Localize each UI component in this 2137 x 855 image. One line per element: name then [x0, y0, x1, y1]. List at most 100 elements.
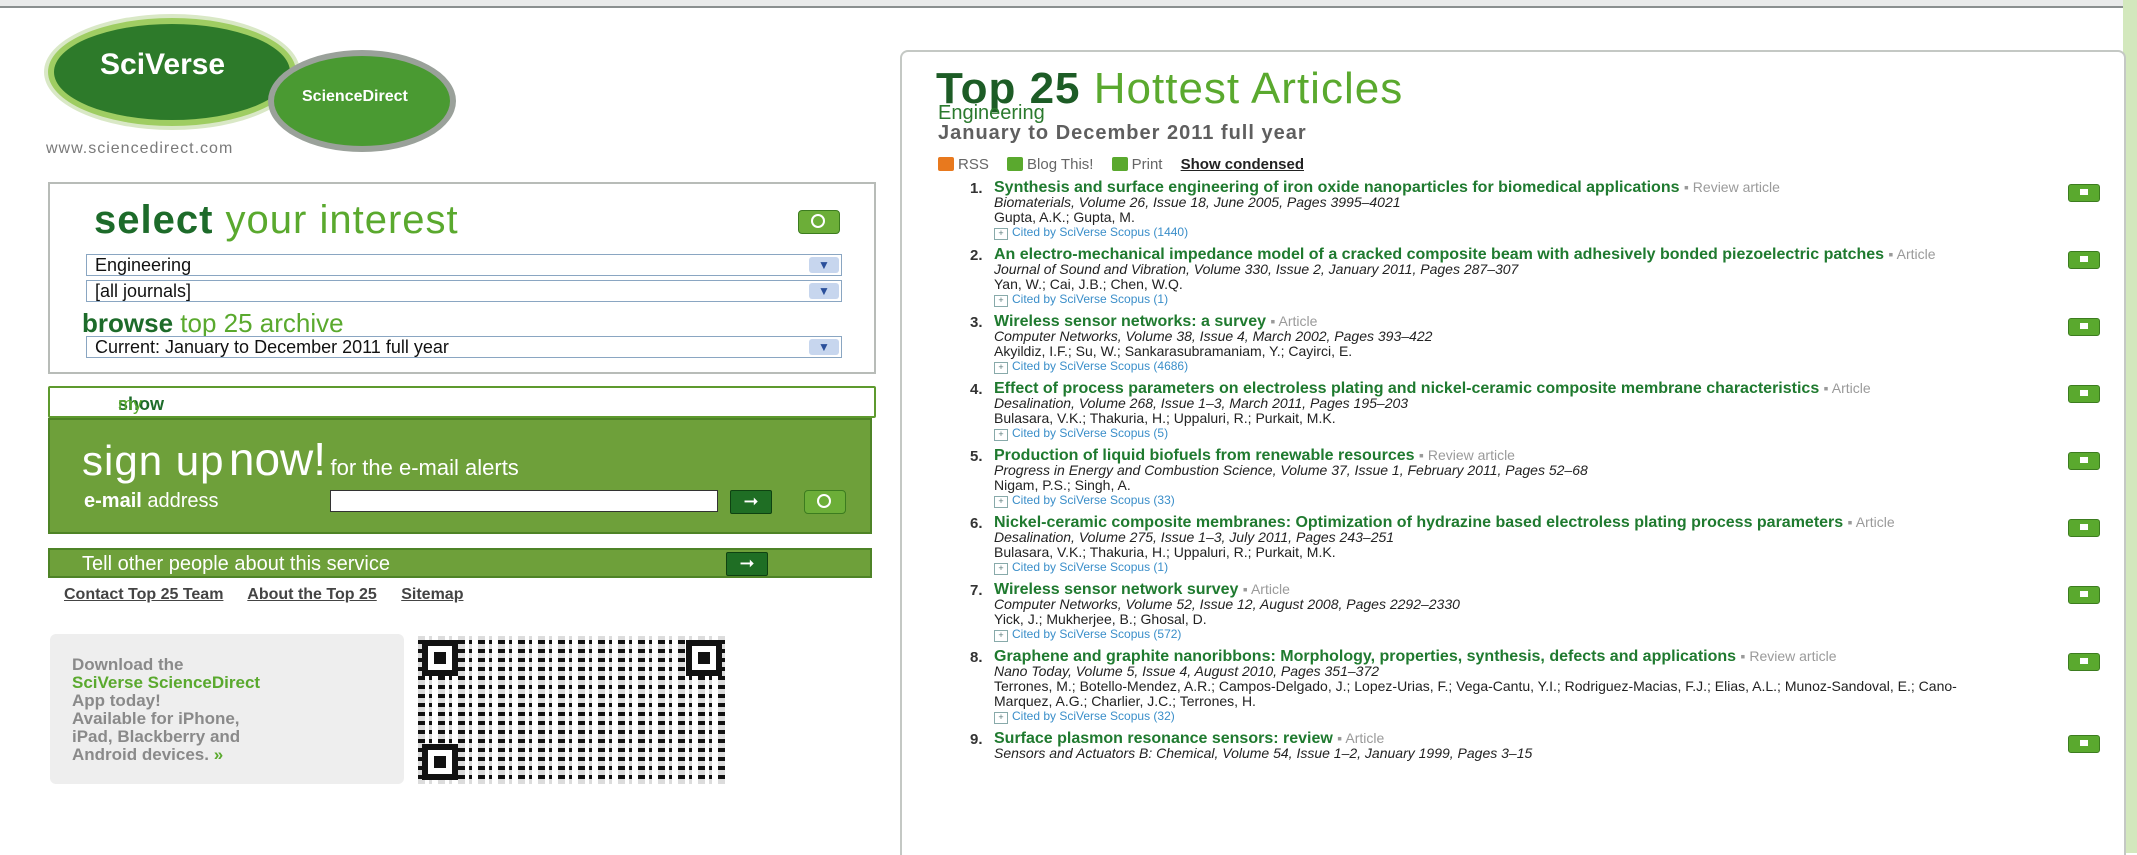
browse-dark: browse [82, 308, 174, 338]
journal-select-value: [all journals] [95, 281, 192, 301]
about-link[interactable]: About the Top 25 [247, 586, 376, 603]
blog-this-link[interactable]: Blog This! [1007, 156, 1093, 173]
article-authors: Bulasara, V.K.; Thakuria, H.; Uppaluri, … [994, 410, 1336, 426]
cited-by-text: Cited by SciVerse Scopus (33) [1012, 493, 1175, 507]
tell-others-arrow-icon[interactable]: ➞ [726, 552, 768, 576]
cited-by-text: Cited by SciVerse Scopus (4686) [1012, 359, 1189, 373]
subject-select[interactable]: Engineering ▼ [86, 254, 842, 276]
article-title-row: Nickel-ceramic composite membranes: Opti… [994, 514, 1895, 531]
tell-others-bar[interactable]: Tell other people about this service ➞ [48, 548, 872, 578]
article-authors: Yick, J.; Mukherjee, B.; Ghosal, D. [994, 611, 1207, 627]
save-icon[interactable] [2068, 318, 2100, 336]
sciverse-logo[interactable]: SciVerse ScienceDirect [44, 18, 464, 152]
expand-icon[interactable]: + [994, 712, 1008, 724]
chevron-down-icon[interactable]: ▼ [809, 283, 839, 299]
cited-by-link[interactable]: + Cited by SciVerse Scopus (1) [994, 292, 2110, 307]
list-item: 6. Nickel-ceramic composite membranes: O… [950, 515, 2110, 575]
heading-dark: select [94, 198, 214, 242]
email-input[interactable] [330, 490, 718, 512]
app-promo-line: App today! [72, 691, 161, 710]
blog-icon [1007, 157, 1024, 171]
article-authors: Nigam, P.S.; Singh, A. [994, 477, 1131, 493]
cited-by-text: Cited by SciVerse Scopus (1) [1012, 560, 1169, 574]
cited-by-link[interactable]: + Cited by SciVerse Scopus (32) [994, 709, 2110, 724]
logo-sub-text: ScienceDirect [302, 88, 408, 105]
info-icon[interactable] [804, 490, 846, 514]
cited-by-link[interactable]: + Cited by SciVerse Scopus (1440) [994, 225, 2110, 240]
article-authors: Akyildiz, I.F.; Su, W.; Sankarasubramani… [994, 343, 1353, 359]
chevron-down-icon[interactable]: ▼ [809, 257, 839, 273]
journal-select[interactable]: [all journals] ▼ [86, 280, 842, 302]
select-interest-panel: select your interest Engineering ▼ [all … [48, 182, 876, 374]
cited-by-link[interactable]: + Cited by SciVerse Scopus (572) [994, 627, 2110, 642]
cited-by-text: Cited by SciVerse Scopus (5) [1012, 426, 1169, 440]
expand-icon[interactable]: + [994, 295, 1008, 307]
print-link[interactable]: Print [1111, 156, 1163, 173]
submit-email-button[interactable]: ➞ [730, 490, 772, 514]
cited-by-link[interactable]: + Cited by SciVerse Scopus (33) [994, 493, 2110, 508]
expand-icon[interactable]: + [994, 496, 1008, 508]
show-condensed-link[interactable]: Show condensed [1181, 156, 1304, 173]
list-item: 2. An electro-mechanical impedance model… [950, 247, 2110, 307]
expand-icon[interactable]: + [994, 429, 1008, 441]
contact-link[interactable]: Contact Top 25 Team [64, 586, 223, 603]
app-promo-line: Available for iPhone, [72, 709, 240, 728]
signup-heading: sign up now! for the e-mail alerts [82, 432, 519, 486]
article-authors: Yan, W.; Cai, J.B.; Chen, W.Q. [994, 276, 1183, 292]
list-item: 8. Graphene and graphite nanoribbons: Mo… [950, 649, 2110, 724]
article-authors: Terrones, M.; Botello-Mendez, A.R.; Camp… [994, 678, 1957, 709]
save-icon[interactable] [2068, 519, 2100, 537]
save-icon[interactable] [2068, 184, 2100, 202]
save-icon[interactable] [2068, 251, 2100, 269]
cited-by-text: Cited by SciVerse Scopus (1440) [1012, 225, 1189, 239]
app-promo-line: Android devices. » [72, 746, 260, 764]
logo-main-text: SciVerse [100, 48, 226, 81]
expand-icon[interactable]: + [994, 362, 1008, 374]
email-label-rest: address [147, 490, 219, 512]
show-my-alerts-bar[interactable]: show my alerts [48, 386, 876, 435]
article-source: Computer Networks, Volume 38, Issue 4, M… [994, 328, 1433, 344]
article-source: Desalination, Volume 268, Issue 1–3, Mar… [994, 395, 1409, 411]
app-promo-text: Download the SciVerse ScienceDirect App … [72, 656, 260, 764]
print-label: Print [1131, 156, 1163, 173]
article-list: 1. Synthesis and surface engineering of … [950, 180, 2110, 768]
article-number: 8. [970, 649, 983, 666]
cited-by-link[interactable]: + Cited by SciVerse Scopus (4686) [994, 359, 2110, 374]
browse-light: top 25 archive [180, 308, 344, 338]
double-arrow-icon[interactable]: » [214, 745, 223, 764]
article-title-row: Wireless sensor network survey ▪ Article [994, 581, 1290, 598]
save-icon[interactable] [2068, 586, 2100, 604]
article-authors: Bulasara, V.K.; Thakuria, H.; Uppaluri, … [994, 544, 1336, 560]
list-item: 7. Wireless sensor network survey ▪ Arti… [950, 582, 2110, 642]
save-icon[interactable] [2068, 452, 2100, 470]
rss-link[interactable]: RSS [938, 156, 989, 173]
article-title-row: Surface plasmon resonance sensors: revie… [994, 730, 1385, 747]
signup-heading-signup: sign up [82, 437, 225, 484]
sitemap-link[interactable]: Sitemap [401, 586, 463, 603]
list-item: 9. Surface plasmon resonance sensors: re… [950, 731, 2110, 761]
article-number: 1. [970, 180, 983, 197]
info-icon[interactable] [798, 210, 840, 234]
app-download-promo[interactable]: Download the SciVerse ScienceDirect App … [50, 634, 404, 784]
list-item: 5. Production of liquid biofuels from re… [950, 448, 2110, 508]
archive-period-select[interactable]: Current: January to December 2011 full y… [86, 336, 842, 358]
app-promo-line: iPad, Blackberry and [72, 727, 241, 746]
signup-heading-now: now! [228, 433, 327, 485]
article-type: Article [1855, 514, 1895, 530]
chevron-down-icon[interactable]: ▼ [809, 339, 839, 355]
cited-by-link[interactable]: + Cited by SciVerse Scopus (1) [994, 560, 2110, 575]
expand-icon[interactable]: + [994, 563, 1008, 575]
cited-by-link[interactable]: + Cited by SciVerse Scopus (5) [994, 426, 2110, 441]
expand-icon[interactable]: + [994, 228, 1008, 240]
browse-archive-heading: browse top 25 archive [82, 308, 344, 339]
app-promo-line: SciVerse ScienceDirect [72, 673, 261, 692]
article-type: Review article [1427, 447, 1515, 463]
article-number: 6. [970, 515, 983, 532]
article-type: Review article [1749, 648, 1837, 664]
cited-by-text: Cited by SciVerse Scopus (1) [1012, 292, 1169, 306]
cited-by-text: Cited by SciVerse Scopus (32) [1012, 709, 1175, 723]
save-icon[interactable] [2068, 735, 2100, 753]
save-icon[interactable] [2068, 653, 2100, 671]
expand-icon[interactable]: + [994, 630, 1008, 642]
save-icon[interactable] [2068, 385, 2100, 403]
